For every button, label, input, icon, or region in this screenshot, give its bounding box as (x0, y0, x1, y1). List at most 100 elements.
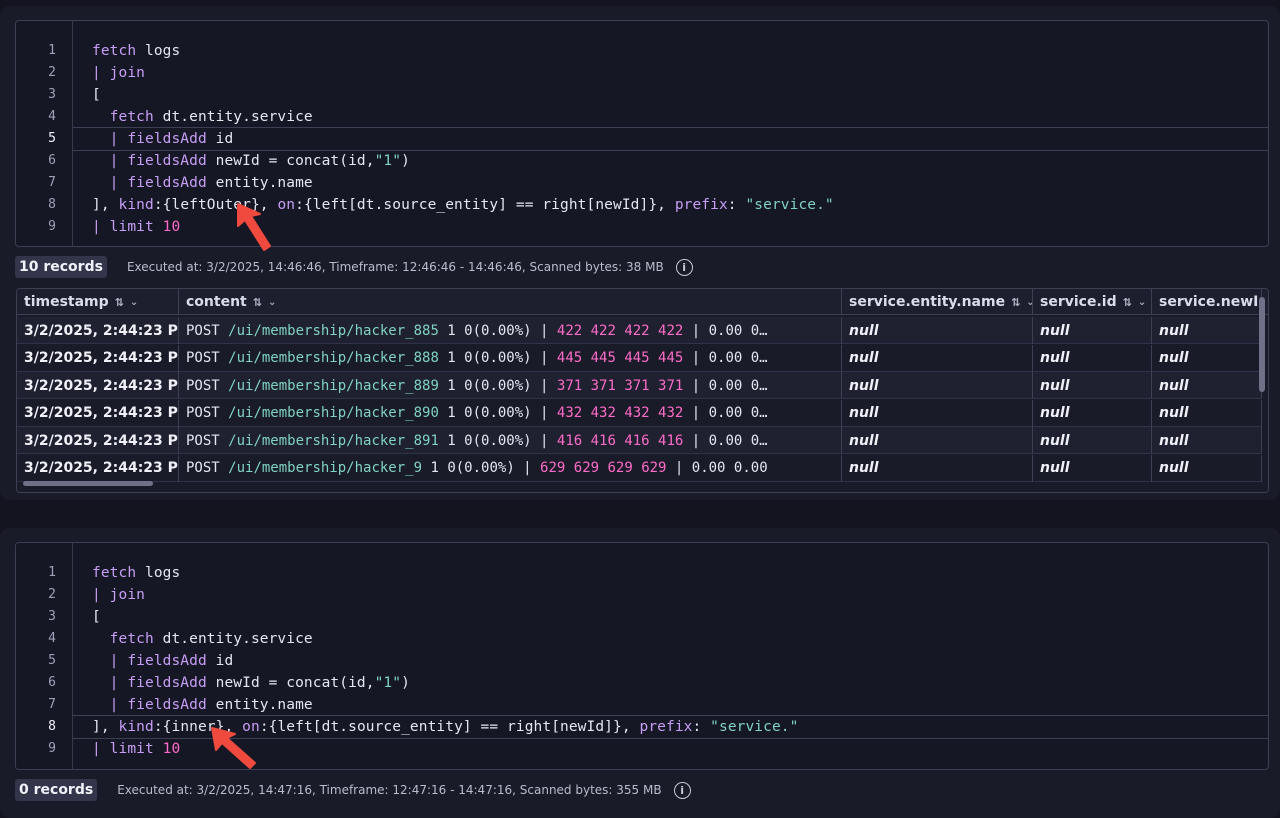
code-token: | (92, 587, 110, 603)
code-token: logs (136, 43, 181, 59)
content-method: POST (186, 350, 229, 366)
line-number: 3 (48, 87, 56, 102)
table-row[interactable]: 3/2/2025, 2:44:23 PM POST /ui/membership/… (17, 372, 1262, 399)
content-path: /ui/membership/hacker_9 (228, 460, 423, 476)
line-number: 7 (48, 697, 56, 712)
cell-timestamp: 3/2/2025, 2:44:23 PM (17, 372, 179, 399)
code-token: entity.name (206, 175, 313, 191)
sort-arrows-icon[interactable]: ⇅ (1123, 296, 1132, 309)
code-line[interactable]: | join (92, 584, 1268, 606)
cell-service-newid: null (1152, 372, 1262, 399)
code-token: "1" (374, 675, 402, 691)
column-label: service.newId (1159, 294, 1262, 310)
query-panel-2: 1 2 3 4 5 6 7 8 9 fetch logs | join[ fetch dt.enti… (0, 528, 1280, 818)
code-line[interactable]: ], kind:{inner}, on:{left[dt.source_enti… (92, 716, 1268, 738)
query-editor-1[interactable]: 1 2 3 4 5 6 7 8 9 fetch logs | join[ fetch dt.enti… (15, 20, 1269, 247)
cell-timestamp: 3/2/2025, 2:44:23 PM (17, 399, 179, 427)
table-header: timestamp ⇅ ⌄ content ⇅ ⌄ service.entity.name ⇅… (17, 289, 1268, 315)
code-token: fieldsAdd (127, 153, 207, 169)
records-badge: 0 records (15, 779, 98, 801)
code-line[interactable]: [ (92, 606, 1268, 628)
code-line[interactable]: | fieldsAdd id (92, 128, 1268, 150)
line-number: 1 (48, 565, 56, 580)
code-token: fieldsAdd (127, 131, 207, 147)
code-token: "1" (374, 153, 402, 169)
code-line[interactable]: | fieldsAdd newId = concat(id,"1") (92, 672, 1268, 694)
code-token: fetch (92, 631, 154, 647)
line-number: 1 (48, 43, 56, 58)
query-editor-2[interactable]: 1 2 3 4 5 6 7 8 9 fetch logs | join[ fetch dt.enti… (15, 542, 1269, 770)
content-mid: 1 0(0.00%) | (438, 432, 557, 449)
cell-service-newid: null (1152, 344, 1262, 372)
code-token: dt.entity.service (153, 109, 313, 125)
vertical-scrollbar[interactable] (1259, 297, 1265, 392)
content-path: /ui/membership/hacker_889 (228, 377, 439, 394)
column-label: content (186, 294, 247, 310)
sort-arrows-icon[interactable]: ⇅ (115, 296, 124, 309)
column-header-service-newId[interactable]: service.newId (1152, 289, 1262, 315)
code-line[interactable]: | fieldsAdd newId = concat(id,"1") (92, 150, 1268, 172)
code-line[interactable]: fetch logs (92, 562, 1268, 584)
chevron-down-icon[interactable]: ⌄ (268, 297, 276, 308)
line-number: 3 (48, 609, 56, 624)
code-token: | (92, 65, 110, 81)
query-panel-1: 1 2 3 4 5 6 7 8 9 fetch logs | join[ fetch dt.enti… (0, 6, 1280, 500)
code-line[interactable]: [ (92, 84, 1268, 106)
code-line[interactable]: fetch logs (92, 40, 1268, 62)
sort-arrows-icon[interactable]: ⇅ (1011, 296, 1020, 309)
code-line[interactable]: fetch dt.entity.service (92, 628, 1268, 650)
content-method: POST (186, 460, 229, 476)
code-line[interactable]: fetch dt.entity.service (92, 106, 1268, 128)
table-row[interactable]: 3/2/2025, 2:44:23 PM POST /ui/membership/… (17, 399, 1262, 427)
code-token: : (727, 197, 746, 213)
status-bar-1: 10 records Executed at: 3/2/2025, 14:46:… (15, 255, 693, 279)
code-line[interactable]: | fieldsAdd id (92, 650, 1268, 672)
content-method: POST (186, 432, 229, 449)
column-header-content[interactable]: content ⇅ ⌄ (179, 289, 842, 315)
content-method: POST (186, 405, 229, 421)
code-token: "service." (745, 197, 834, 213)
content-mid: 1 0(0.00%) | (438, 350, 557, 366)
content-mid: 1 0(0.00%) | (438, 377, 557, 394)
cell-service-entity-name: null (842, 317, 1033, 344)
sort-arrows-icon[interactable]: ⇅ (253, 296, 262, 309)
code-token: | (92, 653, 128, 669)
line-number: 5 (48, 131, 56, 146)
code-token: limit (109, 741, 163, 757)
column-header-timestamp[interactable]: timestamp ⇅ ⌄ (17, 289, 179, 315)
red-arrow-icon (237, 203, 271, 251)
code-token: : (692, 719, 711, 735)
column-header-service-entity-name[interactable]: service.entity.name ⇅ ⌄ (842, 289, 1033, 315)
horizontal-scrollbar[interactable] (23, 481, 153, 486)
code-line[interactable]: | limit 10 (92, 738, 1268, 760)
table-row[interactable]: 3/2/2025, 2:44:23 PM POST /ui/membership/… (17, 344, 1262, 372)
line-number: 2 (48, 587, 56, 602)
code-line[interactable]: | join (92, 62, 1268, 84)
code-token: | (92, 675, 128, 691)
code-token: entity.name (206, 697, 313, 713)
table-row[interactable]: 3/2/2025, 2:44:23 PM POST /ui/membership/… (17, 427, 1262, 454)
code-line[interactable]: | fieldsAdd entity.name (92, 172, 1268, 194)
table-row[interactable]: 3/2/2025, 2:44:23 PM POST /ui/membership/… (17, 454, 1262, 482)
content-mid: 1 0(0.00%) | (422, 460, 541, 476)
code-token: 10 (162, 741, 181, 757)
execution-status: Executed at: 3/2/2025, 14:46:46, Timefra… (126, 260, 664, 274)
column-header-service-id[interactable]: service.id ⇅ ⌄ (1033, 289, 1152, 315)
code-token: | (92, 697, 128, 713)
cell-service-id: null (1033, 372, 1152, 399)
line-number: 6 (48, 675, 56, 690)
info-icon[interactable]: i (675, 258, 693, 276)
info-icon[interactable]: i (673, 781, 691, 799)
code-line[interactable]: | fieldsAdd entity.name (92, 694, 1268, 716)
execution-status: Executed at: 3/2/2025, 14:47:16, Timefra… (117, 783, 662, 797)
table-row[interactable]: 3/2/2025, 2:44:23 PM POST /ui/membership/… (17, 317, 1262, 344)
cell-service-entity-name: null (842, 427, 1033, 454)
chevron-down-icon[interactable]: ⌄ (1026, 297, 1032, 308)
code-token: ) (401, 153, 410, 169)
code-token: dt.entity.service (153, 631, 313, 647)
column-label: service.id (1040, 294, 1117, 310)
chevron-down-icon[interactable]: ⌄ (130, 297, 138, 308)
content-nums: 432 432 432 432 (556, 405, 684, 421)
chevron-down-icon[interactable]: ⌄ (1138, 297, 1146, 308)
content-tail: | 0.00 0… (683, 322, 768, 339)
